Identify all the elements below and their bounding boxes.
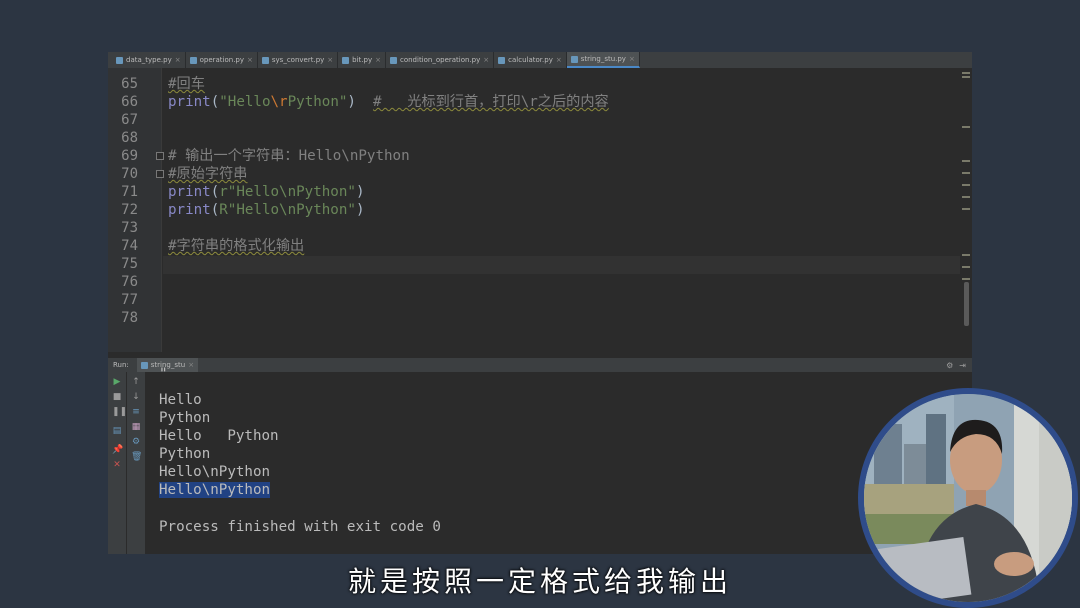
line-number: 73 xyxy=(121,220,138,236)
close-icon[interactable]: × xyxy=(556,56,562,64)
line-number: 67 xyxy=(121,112,138,128)
line-number-gutter: 65 66 67 68 69 70 71 72 73 74 75 76 77 7… xyxy=(108,68,164,352)
stop-icon[interactable]: ■ xyxy=(112,392,122,402)
line-number: 77 xyxy=(121,292,138,308)
print-icon[interactable]: ▦ xyxy=(131,422,141,432)
layout-icon[interactable]: ▤ xyxy=(112,426,122,436)
run-toolbar: Run: string_stu × ⚙ ⇥ xyxy=(108,358,972,372)
run-tools-left: ▶ ■ ❚❚ ▤ 📌 ✕ xyxy=(108,372,127,554)
python-file-icon xyxy=(261,56,269,64)
editor-scrollbar[interactable] xyxy=(960,68,972,352)
line-number: 66 xyxy=(121,94,138,110)
run-panel: ▶ ■ ❚❚ ▤ 📌 ✕ ↑ ↓ ≡ ▦ ⚙ 🗑 " Hello Python … xyxy=(108,366,972,554)
code-editor[interactable]: 65 66 67 68 69 70 71 72 73 74 75 76 77 7… xyxy=(108,68,972,352)
run-icon[interactable]: ▶ xyxy=(112,377,122,387)
tab-string-stu[interactable]: string_stu.py × xyxy=(566,52,640,68)
console-line: Python xyxy=(159,410,211,426)
line-number: 76 xyxy=(121,274,138,290)
python-file-icon xyxy=(189,56,197,64)
settings-icon[interactable]: ⚙ xyxy=(946,361,953,370)
console-exit-line: Process finished with exit code 0 xyxy=(159,519,441,535)
settings-icon[interactable]: ⚙ xyxy=(131,437,141,447)
pin-icon[interactable]: 📌 xyxy=(112,445,123,455)
line-number: 68 xyxy=(121,130,138,146)
close-icon[interactable]: × xyxy=(247,56,253,64)
console-line: " xyxy=(159,366,168,382)
console-line-selected: Hello\nPython xyxy=(159,482,271,498)
hide-panel-icon[interactable]: ⇥ xyxy=(959,361,966,370)
line-number: 74 xyxy=(121,238,138,254)
code-line-65: #回车 xyxy=(168,76,205,92)
close-icon[interactable]: ✕ xyxy=(112,460,122,470)
line-number: 71 xyxy=(121,184,138,200)
line-number: 70 xyxy=(121,166,138,182)
console-output[interactable]: " Hello Python Hello Python Python Hello… xyxy=(159,366,959,554)
close-icon[interactable]: × xyxy=(629,55,635,63)
tab-bit[interactable]: bit.py × xyxy=(338,52,386,68)
scroll-down-icon[interactable]: ↓ xyxy=(131,392,141,402)
ide-window: data_type.py × operation.py × sys_convert.… xyxy=(108,52,972,554)
close-icon[interactable]: × xyxy=(483,56,489,64)
code-area[interactable]: #回车 print("Hello\rPython") # 光标到行首，打印\r之… xyxy=(168,68,958,352)
python-file-icon xyxy=(342,56,350,64)
fold-marker-icon[interactable] xyxy=(156,170,164,178)
code-line-74: #字符串的格式化输出 xyxy=(168,238,305,254)
python-file-icon xyxy=(570,55,578,63)
fold-marker-icon[interactable] xyxy=(156,152,164,160)
code-line-66: print("Hello\rPython") # 光标到行首，打印\r之后的内容 xyxy=(168,94,609,110)
console-line: Python xyxy=(159,446,211,462)
soft-wrap-icon[interactable]: ≡ xyxy=(131,407,141,417)
pause-icon[interactable]: ❚❚ xyxy=(112,407,127,417)
code-line-69: # 输出一个字符串：Hello\nPython xyxy=(168,148,410,164)
trash-icon[interactable]: 🗑 xyxy=(131,452,142,462)
scrollbar-thumb[interactable] xyxy=(964,282,969,326)
scroll-up-icon[interactable]: ↑ xyxy=(131,377,141,387)
python-file-icon xyxy=(498,56,506,64)
close-icon[interactable]: × xyxy=(327,56,333,64)
close-icon[interactable]: × xyxy=(188,361,194,369)
python-file-icon xyxy=(389,56,397,64)
line-number: 78 xyxy=(121,310,138,326)
close-icon[interactable]: × xyxy=(375,56,381,64)
console-line: Hello Python xyxy=(159,428,279,444)
code-line-72: print(R"Hello\nPython") xyxy=(168,202,365,218)
tab-sys-convert[interactable]: sys_convert.py × xyxy=(258,52,339,68)
run-label: Run: xyxy=(113,361,129,369)
python-file-icon xyxy=(140,361,148,369)
webcam-overlay xyxy=(858,388,1078,608)
code-line-70: #原始字符串 xyxy=(168,166,248,182)
tab-data-type[interactable]: data_type.py × xyxy=(112,52,186,68)
tab-condition-operation[interactable]: condition_operation.py × xyxy=(386,52,495,68)
line-number: 65 xyxy=(121,76,138,92)
tab-operation[interactable]: operation.py × xyxy=(186,52,258,68)
line-number: 69 xyxy=(121,148,138,164)
editor-tab-bar: data_type.py × operation.py × sys_convert.… xyxy=(108,52,972,68)
close-icon[interactable]: × xyxy=(175,56,181,64)
tab-calculator[interactable]: calculator.py × xyxy=(494,52,567,68)
run-tools-right: ↑ ↓ ≡ ▦ ⚙ 🗑 xyxy=(127,372,145,554)
console-line: Hello\nPython xyxy=(159,464,271,480)
python-file-icon xyxy=(116,56,123,64)
line-number: 72 xyxy=(121,202,138,218)
presenter-video-icon xyxy=(864,394,1072,602)
console-line: Hello xyxy=(159,392,202,408)
line-number: 75 xyxy=(121,256,138,272)
code-line-71: print(r"Hello\nPython") xyxy=(168,184,365,200)
